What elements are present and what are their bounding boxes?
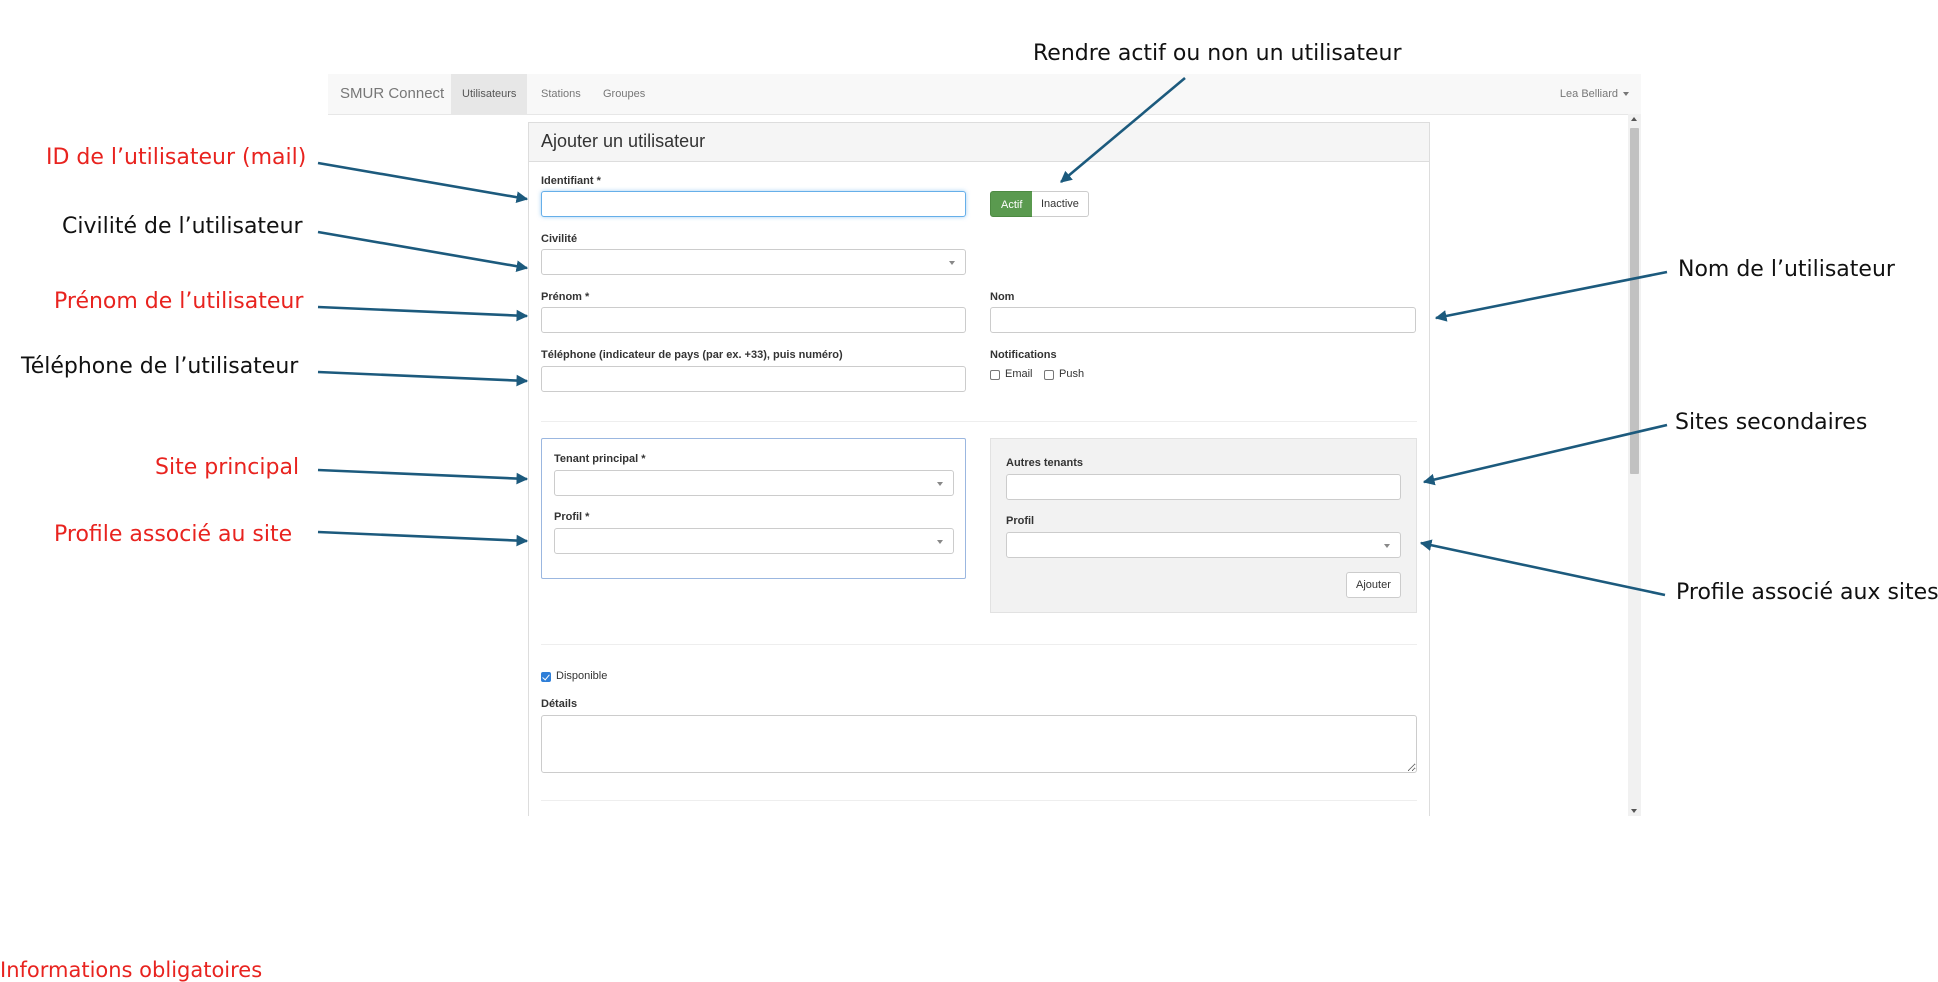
arrow-phone xyxy=(317,370,529,387)
arrow-secondary-sites xyxy=(1422,423,1668,486)
annotation-arrows xyxy=(317,77,1668,597)
arrow-last-name xyxy=(1434,270,1668,322)
arrow-civility xyxy=(317,230,529,272)
arrow-site-profile xyxy=(317,530,529,547)
arrow-first-name xyxy=(317,305,529,322)
arrow-active-toggle xyxy=(1060,77,1186,183)
arrow-user-id xyxy=(317,161,529,203)
arrow-sites-profile xyxy=(1419,539,1666,597)
arrow-primary-site xyxy=(317,468,529,485)
